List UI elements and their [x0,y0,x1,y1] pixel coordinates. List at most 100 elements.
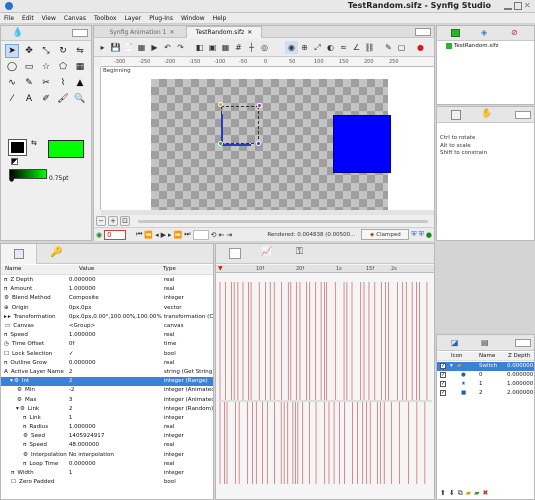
undo-icon[interactable]: ↶ [161,41,174,54]
expander-icon[interactable]: ▾ [16,406,19,412]
blue-square-layer[interactable] [333,115,391,173]
param-row[interactable]: π Speed 48.000000 real [1,441,213,450]
param-value[interactable]: 1.000000 [68,331,163,340]
param-value[interactable]: 2 [68,405,163,414]
menu-file[interactable]: File [4,15,14,22]
curves-tab-icon[interactable]: 📈 [261,247,272,257]
keyframe-lock-icon[interactable]: ⛨ [411,230,416,240]
tab-close-icon[interactable]: ✕ [247,29,252,36]
param-row[interactable]: ▭ Canvas <Group> canvas [1,322,213,331]
smooth-move-tool-icon[interactable]: ✥ [22,44,36,58]
outline-color-swatch[interactable] [8,139,27,156]
menu-window[interactable]: Window [181,15,205,22]
end-time-field[interactable] [192,229,209,240]
canvas-viewport[interactable]: Beginning [101,67,434,211]
canvas-image[interactable] [151,79,391,211]
param-row[interactable]: ⚙ Max 3 integer (Animated) [1,395,213,404]
panel-options-icon[interactable] [515,111,531,119]
tab-synfig-animation-1[interactable]: Synfig Animation 1 ✕ [102,27,182,38]
param-value[interactable]: 1.000000 [68,423,163,432]
layer-visibility-checkbox[interactable]: ✓ [440,372,446,378]
delete-layer-icon[interactable]: ✖ [483,489,489,497]
param-row[interactable]: ◷ Time Offset 0f time [1,340,213,349]
play-icon[interactable]: ▶ [161,230,166,240]
render-toggle-icon[interactable]: ● [426,230,432,240]
width-tool-icon[interactable]: ⌇ [56,76,70,90]
panel-options-icon[interactable] [515,339,531,347]
param-value[interactable]: 3 [68,395,163,404]
zoom-in-icon[interactable]: + [108,216,118,226]
spline-tool-icon[interactable]: ∿ [5,76,19,90]
library-tab-icon[interactable]: 🔑 [50,247,62,258]
param-value[interactable]: 0.000000 [68,276,163,285]
close-icon[interactable]: ✕ [524,2,532,10]
param-value[interactable]: 1 [68,414,163,423]
brush-tool-icon[interactable]: 🖌 [56,92,70,106]
param-value[interactable]: 0.000000 [68,359,163,368]
info-tab-icon[interactable]: ⊘ [511,28,518,37]
param-row[interactable]: ⚙ Blend Method Composite integer [1,294,213,303]
duplicate-layer-icon[interactable]: ⧉ [458,489,463,498]
circle-tool-icon[interactable]: ◯ [5,60,19,74]
grid-snap-icon[interactable]: # [232,41,245,54]
param-row[interactable]: π Amount 1.000000 real [1,285,213,294]
radius-handles-icon[interactable]: ◐ [324,41,337,54]
col-value-header[interactable]: Value [79,266,94,272]
timebar-cursor-icon[interactable]: ▼ [218,265,223,272]
prev-keyframe-icon[interactable]: ⏪ [144,230,153,240]
polygon-tool-icon[interactable]: ⬠ [56,60,70,74]
history-tab-icon[interactable]: ✋ [481,109,492,119]
param-value[interactable]: ✓ [68,350,163,359]
library-file-item[interactable]: TestRandom.sifz [446,43,499,49]
layer-row[interactable]: ✓ ● 0 0.000000 [437,371,534,380]
menu-toolbox[interactable]: Toolbox [94,15,117,22]
swap-colors-icon[interactable]: ⇆ [31,139,39,147]
param-row[interactable]: π Radius 1.000000 real [1,423,213,432]
param-row[interactable]: π Outline Grow 0.000000 real [1,359,213,368]
width-handles-icon[interactable]: ≈ [337,41,350,54]
layer-name[interactable]: 2 [479,389,483,398]
position-handles-icon[interactable]: ⊕ [298,41,311,54]
timetrack-tab-icon[interactable] [229,248,241,259]
save-icon[interactable]: 💾 [109,41,122,54]
zoom-fit-icon[interactable]: ▣ [206,41,219,54]
animation-mode-icon[interactable]: ◉ [96,230,102,240]
layer-visibility-checkbox[interactable]: ✓ [440,390,446,396]
layer-row[interactable]: ✓ ★ 1 1.000000 [437,380,534,389]
lock-past-icon[interactable]: ✎ [382,41,395,54]
toolbox-tab-icon[interactable]: 💧 [12,29,23,38]
raise-layer-icon[interactable]: ⬆ [440,489,446,497]
lower-layer-icon[interactable]: ⬇ [449,489,455,497]
bounds-icon[interactable]: ⇤ [218,230,224,240]
next-frame-icon[interactable]: ▸ [168,230,172,240]
seek-begin-icon[interactable]: ⏮ [136,230,142,240]
jack-icon[interactable]: ⇥ [226,230,232,240]
fill-tool-icon[interactable]: ▲ [73,76,87,90]
col-name-header[interactable]: Name [479,353,495,359]
expander-icon[interactable]: ▾ [10,378,13,384]
scale-handle[interactable] [256,141,261,146]
param-value[interactable]: No interpolation [68,451,163,460]
layer-visibility-checkbox[interactable]: ✓ [440,381,446,387]
param-value[interactable]: 0f [68,340,163,349]
preview-icon[interactable]: ▶ [148,41,161,54]
param-row[interactable]: π Loop Time 0.000000 real [1,460,213,469]
angle-handles-icon[interactable]: ∠ [350,41,363,54]
panel-options-icon[interactable] [72,29,88,37]
outline-width-value[interactable]: 0.75pt [49,175,69,182]
param-row[interactable]: A Active Layer Name 2 string (Get String) [1,368,213,377]
timetrack-ruler[interactable]: ▼ 10f 20f 1s 15f 2s [216,265,434,273]
param-row[interactable]: ⚙ Min -2 integer (Animated) [1,386,213,395]
menu-canvas[interactable]: Canvas [64,15,86,22]
loop-icon[interactable]: ⟲ [211,230,217,240]
current-time-field[interactable]: 0 [104,229,127,240]
param-value[interactable]: -2 [68,386,163,395]
sets-tab-icon[interactable]: ▤ [481,338,489,347]
mirror-tool-icon[interactable]: ⇋ [73,44,87,58]
zoom-out-icon[interactable]: − [96,216,106,226]
time-slider-track[interactable] [138,219,428,223]
tab-testrandom[interactable]: TestRandom.sifz ✕ [186,26,262,38]
encapsulate-icon[interactable]: ▰ [466,489,471,497]
gradient-tool-icon[interactable]: ▦ [73,60,87,74]
star-tool-icon[interactable]: ☆ [39,60,53,74]
